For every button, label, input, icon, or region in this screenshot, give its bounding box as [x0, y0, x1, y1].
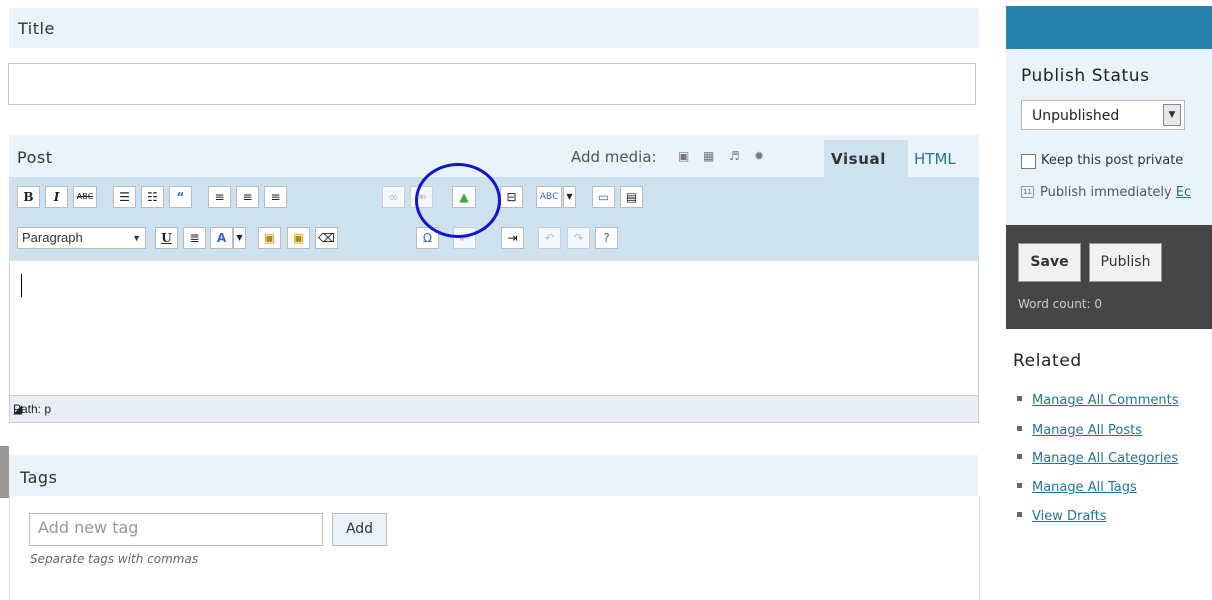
tags-hint: Separate tags with commas [30, 552, 199, 566]
tags-label: Tags [20, 468, 58, 487]
related-link[interactable]: Manage All Comments [1032, 393, 1179, 408]
text-color-button[interactable]: A [210, 227, 233, 249]
tab-visual[interactable]: Visual [824, 140, 908, 177]
redo-button[interactable]: ↷ [567, 227, 590, 249]
post-editor[interactable] [9, 261, 979, 395]
list-item: Manage All Posts [1017, 423, 1142, 438]
align-center-button[interactable]: ≡ [236, 186, 259, 208]
edit-schedule-link[interactable]: Ec [1176, 185, 1191, 200]
format-select-value: Paragraph [22, 230, 83, 245]
publish-immediately-label: Publish immediately [1040, 185, 1172, 200]
word-count: Word count: 0 [1018, 297, 1103, 311]
list-item: Manage All Comments [1017, 393, 1179, 408]
related-label: Related [1013, 351, 1082, 371]
text-color-dropdown[interactable]: ▼ [233, 227, 246, 249]
chevron-down-icon[interactable]: ▼ [1163, 104, 1181, 126]
link-button[interactable]: ∞ [382, 186, 405, 208]
blockquote-button[interactable]: “ [169, 186, 192, 208]
post-header: Post Add media: ▣ ▦ ♬ ✹ Visual HTML [9, 135, 979, 177]
list-item: Manage All Tags [1017, 480, 1137, 495]
related-link[interactable]: Manage All Tags [1032, 480, 1137, 495]
private-checkbox[interactable] [1021, 154, 1036, 169]
italic-button[interactable]: I [45, 186, 68, 208]
publish-status-label: Publish Status [1021, 66, 1150, 86]
remove-format-button[interactable]: ⌫ [315, 227, 338, 249]
align-right-button[interactable]: ≡ [264, 186, 287, 208]
tags-panel [9, 496, 980, 600]
publish-button[interactable]: Publish [1089, 243, 1162, 282]
related-link[interactable]: View Drafts [1032, 509, 1107, 524]
fullscreen-button[interactable]: ▭ [592, 186, 615, 208]
save-button[interactable]: Save [1018, 243, 1081, 282]
tag-input[interactable]: Add new tag [29, 513, 323, 546]
chevron-down-icon: ▼ [132, 233, 141, 243]
add-media-icon[interactable]: ✹ [754, 150, 766, 162]
calendar-icon: 11 [1021, 186, 1034, 198]
list-item: Manage All Categories [1017, 451, 1178, 466]
indent-button[interactable]: ⇥ [501, 227, 524, 249]
list-item: View Drafts [1017, 509, 1107, 524]
numbered-list-button[interactable]: ☷ [141, 186, 164, 208]
publish-status-value: Unpublished [1032, 108, 1120, 124]
justify-button[interactable]: ≣ [183, 227, 206, 249]
resize-handle-icon[interactable]: ◢ [13, 402, 976, 420]
add-audio-icon[interactable]: ♬ [729, 150, 741, 162]
tags-header: Tags [9, 455, 978, 496]
kitchen-sink-button[interactable]: ▤ [620, 186, 643, 208]
help-button[interactable]: ? [595, 227, 618, 249]
title-label: Title [18, 19, 55, 38]
related-link[interactable]: Manage All Posts [1032, 423, 1142, 438]
bullet-icon [1017, 396, 1022, 401]
paste-word-button[interactable]: ▣ [287, 227, 310, 249]
post-label: Post [17, 148, 53, 167]
spellcheck-button[interactable]: ABC [536, 186, 562, 208]
more-tag-button[interactable]: ⊟ [500, 186, 523, 208]
strikethrough-button[interactable]: ABC [73, 186, 97, 208]
align-left-button[interactable]: ≡ [208, 186, 231, 208]
bullet-list-button[interactable]: ☰ [113, 186, 136, 208]
related-link[interactable]: Manage All Categories [1032, 451, 1178, 466]
add-tag-button[interactable]: Add [332, 513, 387, 546]
bullet-icon [1017, 426, 1022, 431]
editor-path-bar: Path: p ◢ [9, 395, 979, 423]
private-label: Keep this post private [1041, 153, 1184, 168]
sidebar-header-bar [1006, 6, 1212, 49]
paste-text-button[interactable]: ▣ [258, 227, 281, 249]
publish-status-select[interactable]: Unpublished ▼ [1021, 100, 1185, 130]
spellcheck-dropdown[interactable]: ▼ [563, 186, 576, 208]
tab-visual-label: Visual [831, 150, 886, 168]
publish-schedule: Publish immediately Ec [1040, 185, 1191, 200]
add-image-icon[interactable]: ▣ [678, 150, 690, 162]
title-header: Title [9, 8, 979, 48]
bold-button[interactable]: B [17, 186, 40, 208]
underline-button[interactable]: U [155, 227, 178, 249]
bullet-icon [1017, 483, 1022, 488]
annotation-circle [415, 163, 501, 238]
text-caret [21, 274, 22, 297]
tab-html[interactable]: HTML [914, 150, 956, 168]
title-input[interactable] [8, 63, 976, 105]
add-video-icon[interactable]: ▦ [703, 150, 715, 162]
add-media-label: Add media: [571, 148, 657, 166]
bullet-icon [1017, 454, 1022, 459]
undo-button[interactable]: ↶ [538, 227, 561, 249]
format-select[interactable]: Paragraph ▼ [17, 227, 146, 249]
tags-collapse-handle[interactable] [0, 446, 9, 498]
bullet-icon [1017, 512, 1022, 517]
